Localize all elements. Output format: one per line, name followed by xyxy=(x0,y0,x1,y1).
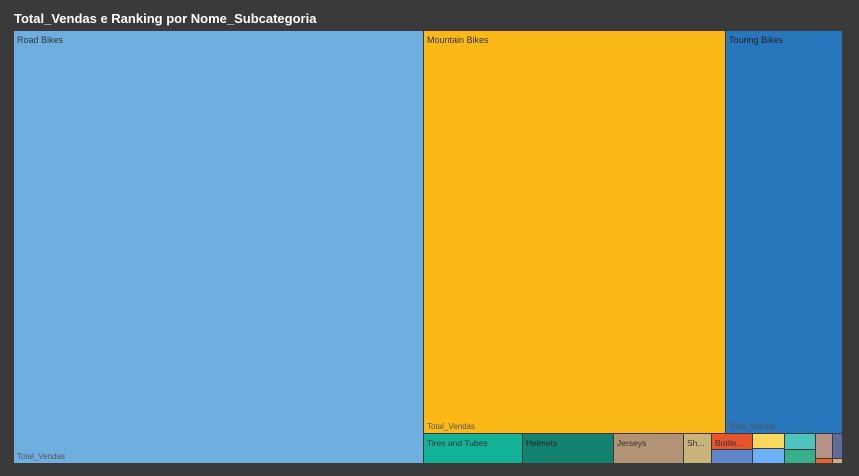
treemap-tile-label: Tires and Tubes xyxy=(427,438,488,448)
treemap-plot-area: Road Bikes Total_Vendas Mountain Bikes Tota… xyxy=(13,30,843,464)
treemap-tile[interactable] xyxy=(784,433,816,450)
treemap-tile[interactable] xyxy=(832,433,843,459)
treemap-visual: Total_Vendas e Ranking por Nome_Subcateg… xyxy=(0,0,859,476)
treemap-tile[interactable] xyxy=(815,433,833,459)
treemap-tile-jerseys[interactable]: Jerseys xyxy=(613,433,684,464)
treemap-tile-label: Mountain Bikes xyxy=(427,35,489,45)
treemap-tile-label: Jerseys xyxy=(617,438,647,448)
treemap-tile-tires-and-tubes[interactable]: Tires and Tubes xyxy=(423,433,523,464)
treemap-tile-value-label: Total_Vendas xyxy=(729,422,778,431)
treemap-tile-label: Sh... xyxy=(687,438,705,448)
treemap-tile-sh[interactable]: Sh... xyxy=(683,433,712,464)
treemap-tile-label: Road Bikes xyxy=(17,35,64,45)
treemap-tile[interactable] xyxy=(815,458,833,464)
treemap-tile[interactable] xyxy=(752,433,785,449)
treemap-tile-label: Helmets xyxy=(526,438,558,448)
treemap-tile[interactable] xyxy=(784,449,816,464)
treemap-tile[interactable] xyxy=(752,448,785,464)
chart-title: Total_Vendas e Ranking por Nome_Subcateg… xyxy=(14,11,317,26)
treemap-tile-value-label: Total_Vendas xyxy=(17,452,66,461)
treemap-tile-helmets[interactable]: Helmets xyxy=(522,433,614,464)
treemap-tile-label: Touring Bikes xyxy=(729,35,784,45)
treemap-tile-road-bikes[interactable]: Road Bikes Total_Vendas xyxy=(13,30,424,464)
treemap-tile-mountain-bikes[interactable]: Mountain Bikes Total_Vendas xyxy=(423,30,726,434)
treemap-tile-value-label: Total_Vendas xyxy=(427,422,476,431)
treemap-tile-bottle[interactable]: Bottle... xyxy=(711,433,753,450)
treemap-tile[interactable] xyxy=(711,449,753,464)
treemap-tile-label: Bottle... xyxy=(715,438,744,448)
treemap-tile[interactable] xyxy=(832,458,843,464)
treemap-tile-touring-bikes[interactable]: Touring Bikes Total_Vendas xyxy=(725,30,843,434)
